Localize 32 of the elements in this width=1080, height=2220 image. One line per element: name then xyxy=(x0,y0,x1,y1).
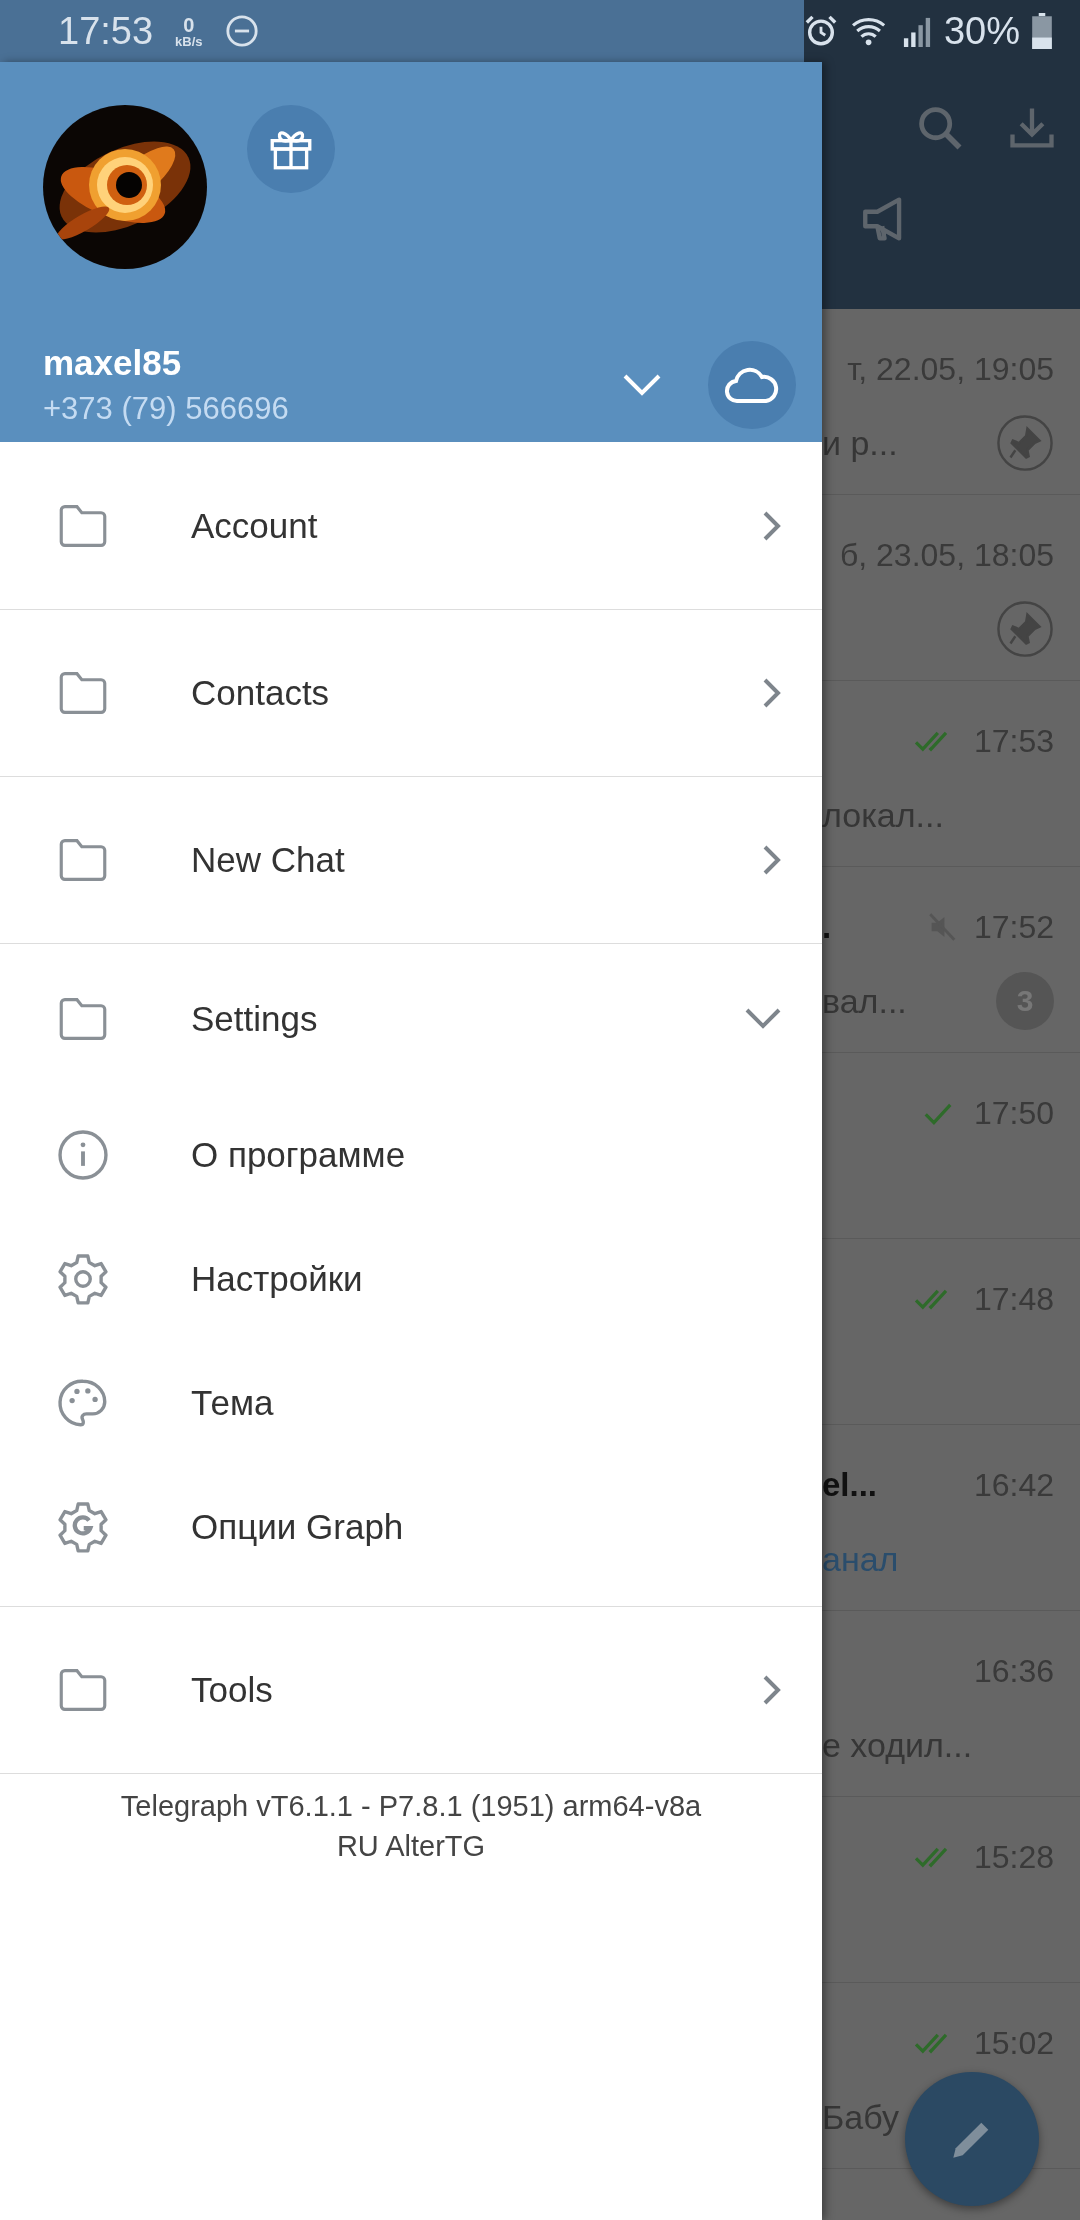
account-switch-button[interactable] xyxy=(622,373,662,397)
menu-item[interactable]: New Chat xyxy=(0,776,822,943)
chevron-right-icon xyxy=(762,509,782,542)
do-not-disturb-icon xyxy=(224,14,259,48)
version-text: Telegraph vT6.1.1 - P7.8.1 (1951) arm64-v8a xyxy=(120,1789,702,1824)
menu-item[interactable]: Опции Graph xyxy=(0,1465,822,1589)
battery-percent: 30% xyxy=(943,9,1020,53)
menu-item[interactable]: Account xyxy=(0,442,822,609)
menu-item[interactable]: О программе xyxy=(0,1093,822,1217)
menu-item[interactable]: Tools xyxy=(0,1606,822,1773)
alarm-icon xyxy=(803,14,838,48)
battery-icon xyxy=(1032,13,1052,49)
menu-item[interactable]: Тема xyxy=(0,1341,822,1465)
cloud-icon xyxy=(724,365,780,405)
chat-title: el... xyxy=(822,1466,879,1504)
chat-title: . xyxy=(822,908,833,946)
net-speed-unit: kB/s xyxy=(175,34,203,48)
chevron-down-icon xyxy=(622,373,662,397)
signal-icon xyxy=(901,15,932,47)
profile-name: maxel85 xyxy=(43,343,183,383)
clock-time: 17:53 xyxy=(58,9,154,53)
menu-item[interactable]: Contacts xyxy=(0,609,822,776)
chevron-right-icon xyxy=(762,677,782,709)
profile-phone: +373 (79) 566696 xyxy=(43,391,290,427)
net-speed-value: 0 xyxy=(183,14,195,35)
chevron-down-icon xyxy=(744,1006,782,1031)
chevron-right-icon xyxy=(762,1674,782,1706)
menu-item[interactable]: Настройки xyxy=(0,1217,822,1341)
chevron-right-icon xyxy=(762,844,782,876)
version-text: RU AlterTG xyxy=(336,1829,486,1864)
chat-preview: анал xyxy=(822,1539,900,1579)
menu-item[interactable]: Settings xyxy=(0,943,822,1093)
